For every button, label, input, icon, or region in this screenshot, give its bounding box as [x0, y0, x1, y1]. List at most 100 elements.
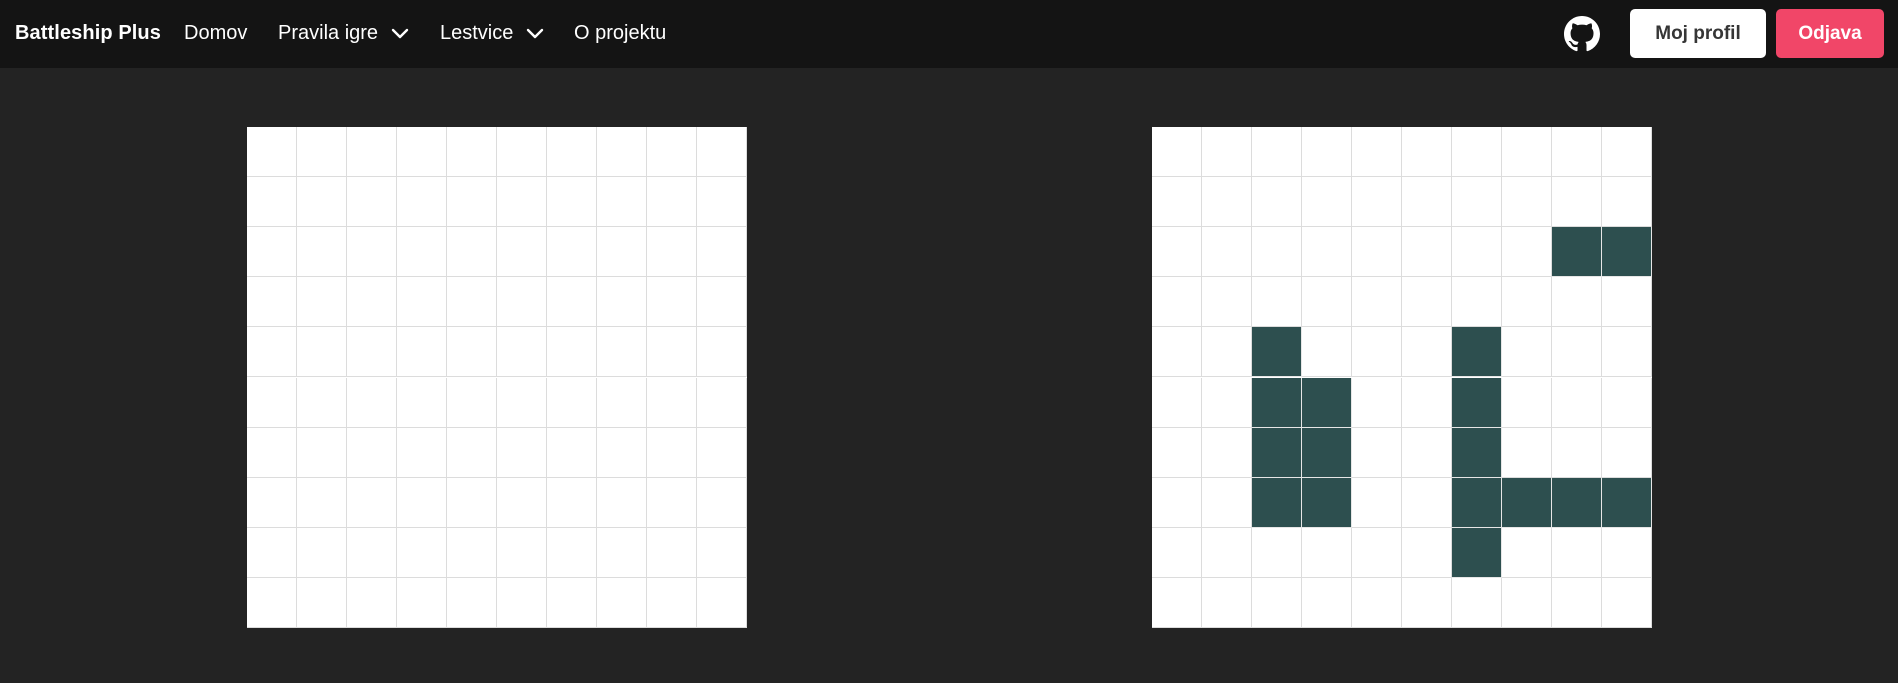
opponent-board-cell[interactable]: [497, 577, 547, 628]
player-board-cell[interactable]: [1202, 577, 1252, 628]
logout-button[interactable]: Odjava: [1776, 9, 1884, 58]
player-board-cell[interactable]: [1602, 377, 1652, 428]
opponent-board-cell[interactable]: [697, 177, 747, 228]
opponent-board-cell[interactable]: [697, 227, 747, 278]
opponent-board-cell[interactable]: [697, 477, 747, 528]
player-board-cell[interactable]: [1602, 127, 1652, 178]
player-board-cell[interactable]: [1502, 227, 1552, 278]
player-board-cell[interactable]: [1602, 327, 1652, 378]
opponent-board-cell[interactable]: [647, 277, 697, 328]
opponent-board-cell[interactable]: [297, 327, 347, 378]
opponent-board-cell[interactable]: [347, 327, 397, 378]
player-board-cell[interactable]: [1152, 427, 1202, 478]
player-board-cell[interactable]: [1302, 577, 1352, 628]
opponent-board-cell[interactable]: [297, 277, 347, 328]
player-board-cell[interactable]: [1552, 177, 1602, 228]
opponent-board-cell[interactable]: [297, 477, 347, 528]
opponent-board-cell[interactable]: [447, 577, 497, 628]
opponent-board-cell[interactable]: [447, 177, 497, 228]
player-board-cell[interactable]: [1352, 427, 1402, 478]
player-board-cell[interactable]: [1452, 327, 1502, 378]
player-board-cell[interactable]: [1202, 177, 1252, 228]
opponent-board-cell[interactable]: [247, 327, 297, 378]
player-board-cell[interactable]: [1152, 227, 1202, 278]
opponent-board-cell[interactable]: [297, 377, 347, 428]
opponent-board-cell[interactable]: [597, 377, 647, 428]
player-board-cell[interactable]: [1252, 477, 1302, 528]
player-board-cell[interactable]: [1352, 477, 1402, 528]
opponent-board-cell[interactable]: [347, 427, 397, 478]
profile-button[interactable]: Moj profil: [1630, 9, 1766, 58]
opponent-board-cell[interactable]: [447, 127, 497, 178]
opponent-board-cell[interactable]: [647, 227, 697, 278]
opponent-board-cell[interactable]: [547, 477, 597, 528]
opponent-board-cell[interactable]: [247, 227, 297, 278]
opponent-board-cell[interactable]: [347, 577, 397, 628]
opponent-board-cell[interactable]: [597, 477, 647, 528]
opponent-board-cell[interactable]: [447, 377, 497, 428]
opponent-board-cell[interactable]: [497, 377, 547, 428]
player-board-cell[interactable]: [1352, 277, 1402, 328]
player-board-cell[interactable]: [1552, 527, 1602, 578]
opponent-board-cell[interactable]: [647, 177, 697, 228]
opponent-board-cell[interactable]: [497, 227, 547, 278]
player-board-cell[interactable]: [1202, 477, 1252, 528]
player-board-cell[interactable]: [1152, 577, 1202, 628]
player-board-cell[interactable]: [1152, 477, 1202, 528]
opponent-board-cell[interactable]: [597, 327, 647, 378]
player-board-cell[interactable]: [1402, 527, 1452, 578]
player-board-cell[interactable]: [1302, 527, 1352, 578]
opponent-board-cell[interactable]: [547, 527, 597, 578]
opponent-board-cell[interactable]: [447, 427, 497, 478]
player-board-cell[interactable]: [1552, 427, 1602, 478]
player-board-cell[interactable]: [1202, 527, 1252, 578]
nav-leaderboards-dropdown[interactable]: Lestvice: [440, 22, 545, 45]
opponent-board-cell[interactable]: [547, 327, 597, 378]
player-board-cell[interactable]: [1552, 577, 1602, 628]
player-board-cell[interactable]: [1452, 277, 1502, 328]
opponent-board-cell[interactable]: [547, 377, 597, 428]
opponent-board-cell[interactable]: [297, 527, 347, 578]
opponent-board-cell[interactable]: [497, 527, 547, 578]
player-board-cell[interactable]: [1252, 177, 1302, 228]
opponent-board-cell[interactable]: [447, 277, 497, 328]
player-board-cell[interactable]: [1502, 427, 1552, 478]
player-board-cell[interactable]: [1402, 177, 1452, 228]
opponent-board-cell[interactable]: [547, 177, 597, 228]
opponent-board-cell[interactable]: [297, 427, 347, 478]
player-board-cell[interactable]: [1552, 327, 1602, 378]
opponent-board-cell[interactable]: [347, 127, 397, 178]
opponent-board-cell[interactable]: [297, 177, 347, 228]
player-board-cell[interactable]: [1402, 427, 1452, 478]
opponent-board-cell[interactable]: [247, 527, 297, 578]
opponent-board-cell[interactable]: [247, 477, 297, 528]
opponent-board-cell[interactable]: [597, 227, 647, 278]
player-board-cell[interactable]: [1202, 227, 1252, 278]
opponent-board-cell[interactable]: [247, 377, 297, 428]
opponent-board-cell[interactable]: [547, 427, 597, 478]
opponent-board-cell[interactable]: [347, 377, 397, 428]
player-board-cell[interactable]: [1252, 527, 1302, 578]
player-board-cell[interactable]: [1552, 227, 1602, 278]
player-board-cell[interactable]: [1502, 527, 1552, 578]
opponent-board-cell[interactable]: [397, 427, 447, 478]
player-board-cell[interactable]: [1602, 277, 1652, 328]
player-board-cell[interactable]: [1302, 277, 1352, 328]
opponent-board-cell[interactable]: [247, 127, 297, 178]
github-icon[interactable]: [1564, 16, 1600, 52]
player-board-cell[interactable]: [1452, 127, 1502, 178]
player-board-cell[interactable]: [1152, 277, 1202, 328]
player-board-cell[interactable]: [1452, 377, 1502, 428]
player-board-cell[interactable]: [1252, 577, 1302, 628]
opponent-board-cell[interactable]: [697, 277, 747, 328]
player-board-cell[interactable]: [1602, 177, 1652, 228]
player-board-cell[interactable]: [1402, 127, 1452, 178]
nav-rules-dropdown[interactable]: Pravila igre: [278, 22, 410, 45]
opponent-board-cell[interactable]: [647, 477, 697, 528]
player-board-cell[interactable]: [1452, 477, 1502, 528]
player-board-cell[interactable]: [1302, 227, 1352, 278]
player-board-cell[interactable]: [1502, 377, 1552, 428]
opponent-board-cell[interactable]: [497, 277, 547, 328]
player-board-cell[interactable]: [1402, 277, 1452, 328]
player-board-cell[interactable]: [1502, 177, 1552, 228]
